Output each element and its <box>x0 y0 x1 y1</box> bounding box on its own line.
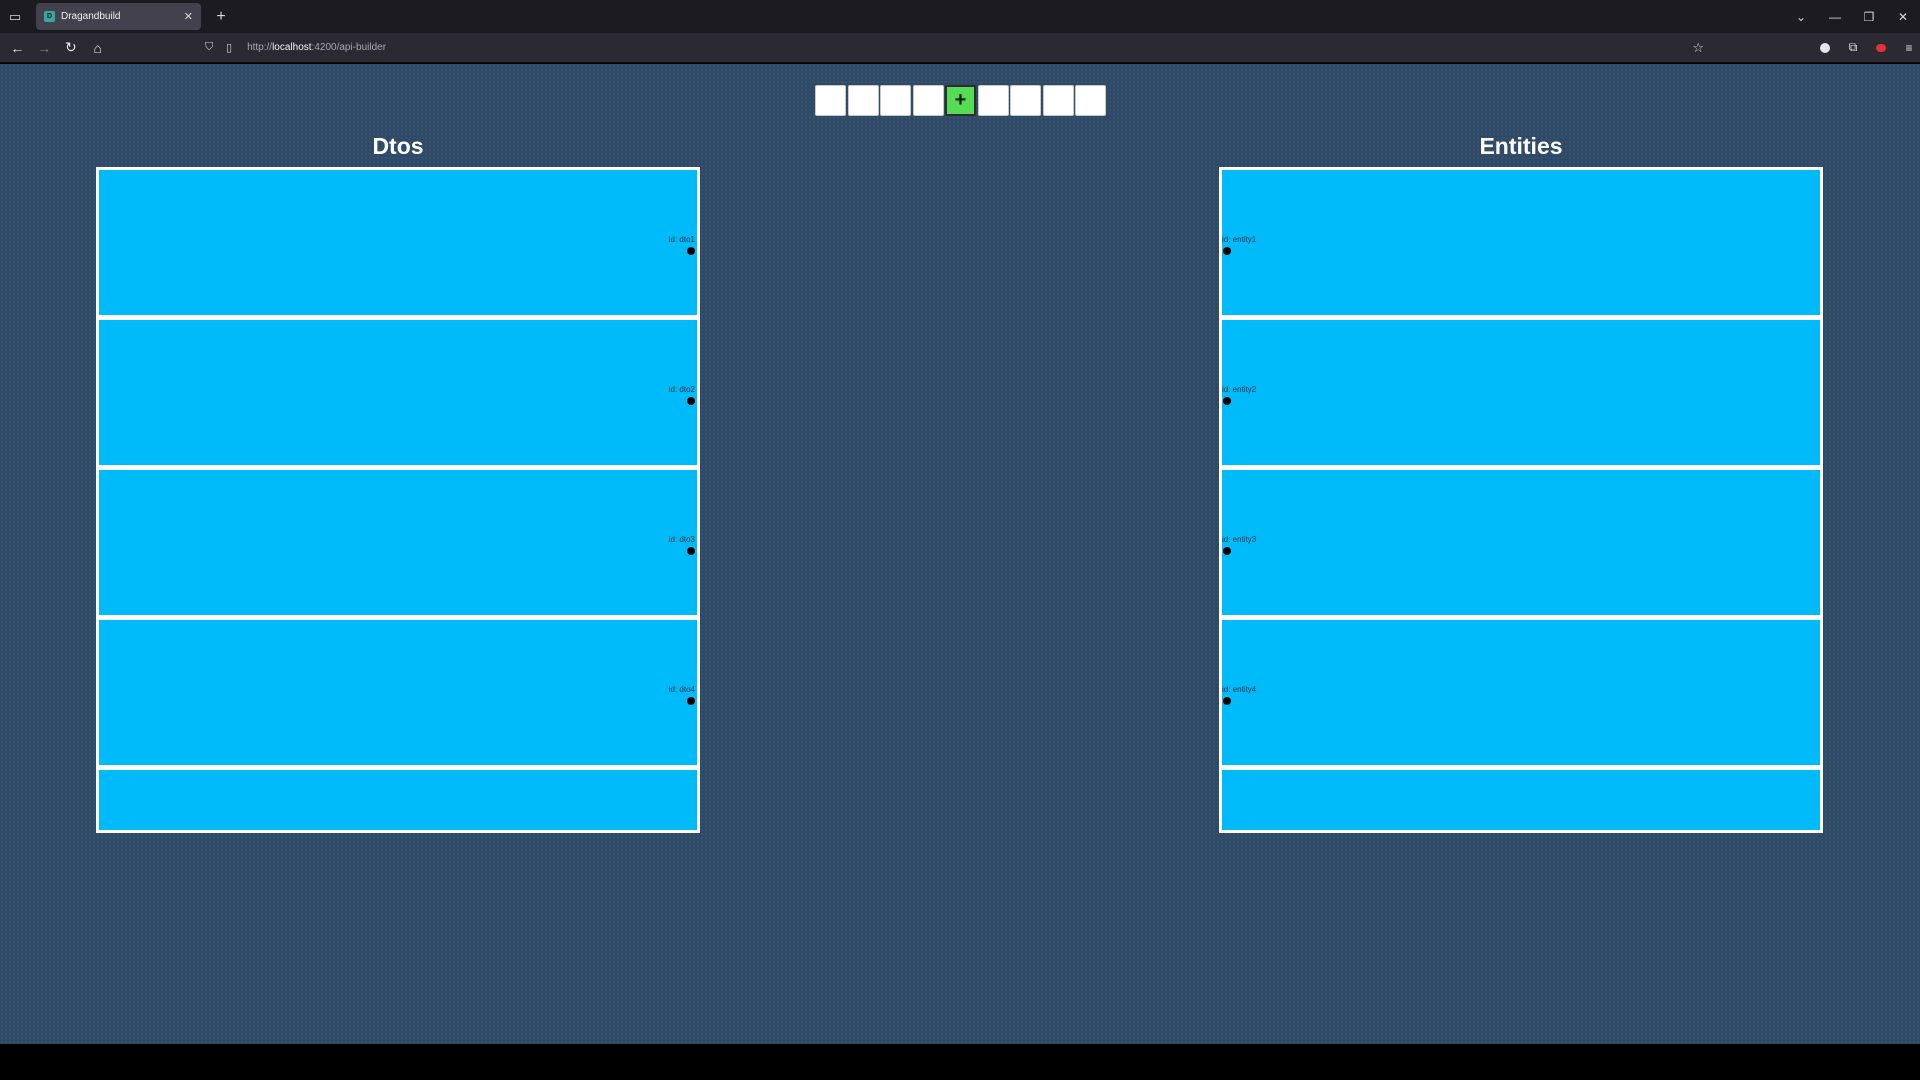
account-icon[interactable] <box>1814 37 1836 59</box>
star-icon[interactable]: ☆ <box>1692 40 1704 56</box>
builder-toolbar: + <box>815 85 1106 116</box>
dtos-title: Dtos <box>372 133 424 159</box>
forward-arrow-icon[interactable]: → <box>31 35 58 61</box>
dto-port-handle[interactable] <box>687 247 695 255</box>
dto-row-label: id: dto4 <box>668 685 695 694</box>
entity-row[interactable]: id: entity4 <box>1222 620 1820 765</box>
url-text[interactable]: http://localhost:4200/api-builder <box>247 42 386 53</box>
url-prefix: http:// <box>247 42 273 53</box>
dto-row[interactable]: id: dto4 <box>99 620 697 765</box>
site-favicon-icon: D <box>44 11 55 22</box>
puzzle-icon[interactable]: ⧉ <box>1842 37 1864 59</box>
entity-port-handle[interactable] <box>1223 247 1231 255</box>
addon-badge <box>1875 43 1886 52</box>
dto-port-handle[interactable] <box>687 697 695 705</box>
dto-row[interactable]: id: dto2 <box>99 320 697 465</box>
entities-panel: id: entity1 id: entity2 id: entity3 id: … <box>1219 167 1823 833</box>
toolbar-button-8[interactable] <box>1042 85 1074 116</box>
entity-row[interactable]: id: entity3 <box>1222 470 1820 615</box>
minimize-icon[interactable]: — <box>1818 0 1852 33</box>
toolbar-button-3[interactable] <box>880 85 911 116</box>
addon-icon[interactable] <box>1870 37 1892 59</box>
dto-row[interactable]: id: dto3 <box>99 470 697 615</box>
dtos-panel: id: dto1 id: dto2 id: dto3 id: dto4 <box>96 167 700 833</box>
hamburger-menu-icon[interactable]: ≡ <box>1898 37 1920 59</box>
dto-row-label: id: dto1 <box>668 235 695 244</box>
entity-port-handle[interactable] <box>1223 547 1231 555</box>
url-bar[interactable]: ⛉ ▯ http://localhost:4200/api-builder ☆ <box>201 36 1718 60</box>
tab-close-icon[interactable]: ✕ <box>184 10 193 23</box>
tab-title: Dragandbuild <box>61 11 121 22</box>
entity-port-handle[interactable] <box>1223 397 1231 405</box>
back-arrow-icon[interactable]: ← <box>4 35 31 61</box>
entities-title: Entities <box>1479 133 1563 159</box>
dto-row-label: id: dto2 <box>668 385 695 394</box>
toolbar-button-9[interactable] <box>1075 85 1106 116</box>
page-icon[interactable]: ▯ <box>221 41 237 54</box>
toolbar-button-4[interactable] <box>912 85 944 116</box>
account-badge <box>1819 42 1830 53</box>
entity-port-handle[interactable] <box>1223 697 1231 705</box>
home-icon[interactable]: ⌂ <box>84 35 111 61</box>
entity-row-label: id: entity1 <box>1222 235 1257 244</box>
add-button[interactable]: + <box>945 85 976 116</box>
entity-row-empty[interactable] <box>1222 770 1820 830</box>
dto-row[interactable]: id: dto1 <box>99 170 697 315</box>
dto-port-handle[interactable] <box>687 397 695 405</box>
browser-nav-bar: ← → ↻ ⌂ ⛉ ▯ http://localhost:4200/api-bu… <box>0 33 1920 63</box>
restore-icon[interactable]: ❐ <box>1852 0 1886 33</box>
toolbar-button-6[interactable] <box>977 85 1009 116</box>
toolbar-button-1[interactable] <box>815 85 846 116</box>
url-path: :4200/api-builder <box>311 42 387 53</box>
url-host: localhost <box>272 42 312 53</box>
bottom-black-bar <box>0 1044 1920 1080</box>
tab-list-icon[interactable]: ▭ <box>0 0 30 33</box>
entity-row-label: id: entity2 <box>1222 385 1257 394</box>
dto-row-label: id: dto3 <box>668 535 695 544</box>
entity-row[interactable]: id: entity1 <box>1222 170 1820 315</box>
dto-row-empty[interactable] <box>99 770 697 830</box>
browser-toolbar-icons: ⧉ ≡ <box>1814 37 1920 59</box>
new-tab-icon[interactable]: + <box>207 3 235 31</box>
dto-port-handle[interactable] <box>687 547 695 555</box>
shield-icon[interactable]: ⛉ <box>201 41 217 54</box>
toolbar-button-7[interactable] <box>1010 85 1041 116</box>
browser-tab-active[interactable]: D Dragandbuild ✕ <box>36 3 201 30</box>
close-window-icon[interactable]: ✕ <box>1886 0 1920 33</box>
entity-row-label: id: entity4 <box>1222 685 1257 694</box>
list-all-tabs-icon[interactable]: ⌄ <box>1784 0 1818 33</box>
entity-row[interactable]: id: entity2 <box>1222 320 1820 465</box>
api-builder-page: + Dtos id: dto1 id: dto2 id: dto3 id: dt… <box>0 64 1920 1044</box>
browser-tab-bar: ▭ D Dragandbuild ✕ + ⌄ — ❐ ✕ <box>0 0 1920 33</box>
entity-row-label: id: entity3 <box>1222 535 1257 544</box>
toolbar-button-2[interactable] <box>847 85 879 116</box>
reload-icon[interactable]: ↻ <box>58 35 85 61</box>
